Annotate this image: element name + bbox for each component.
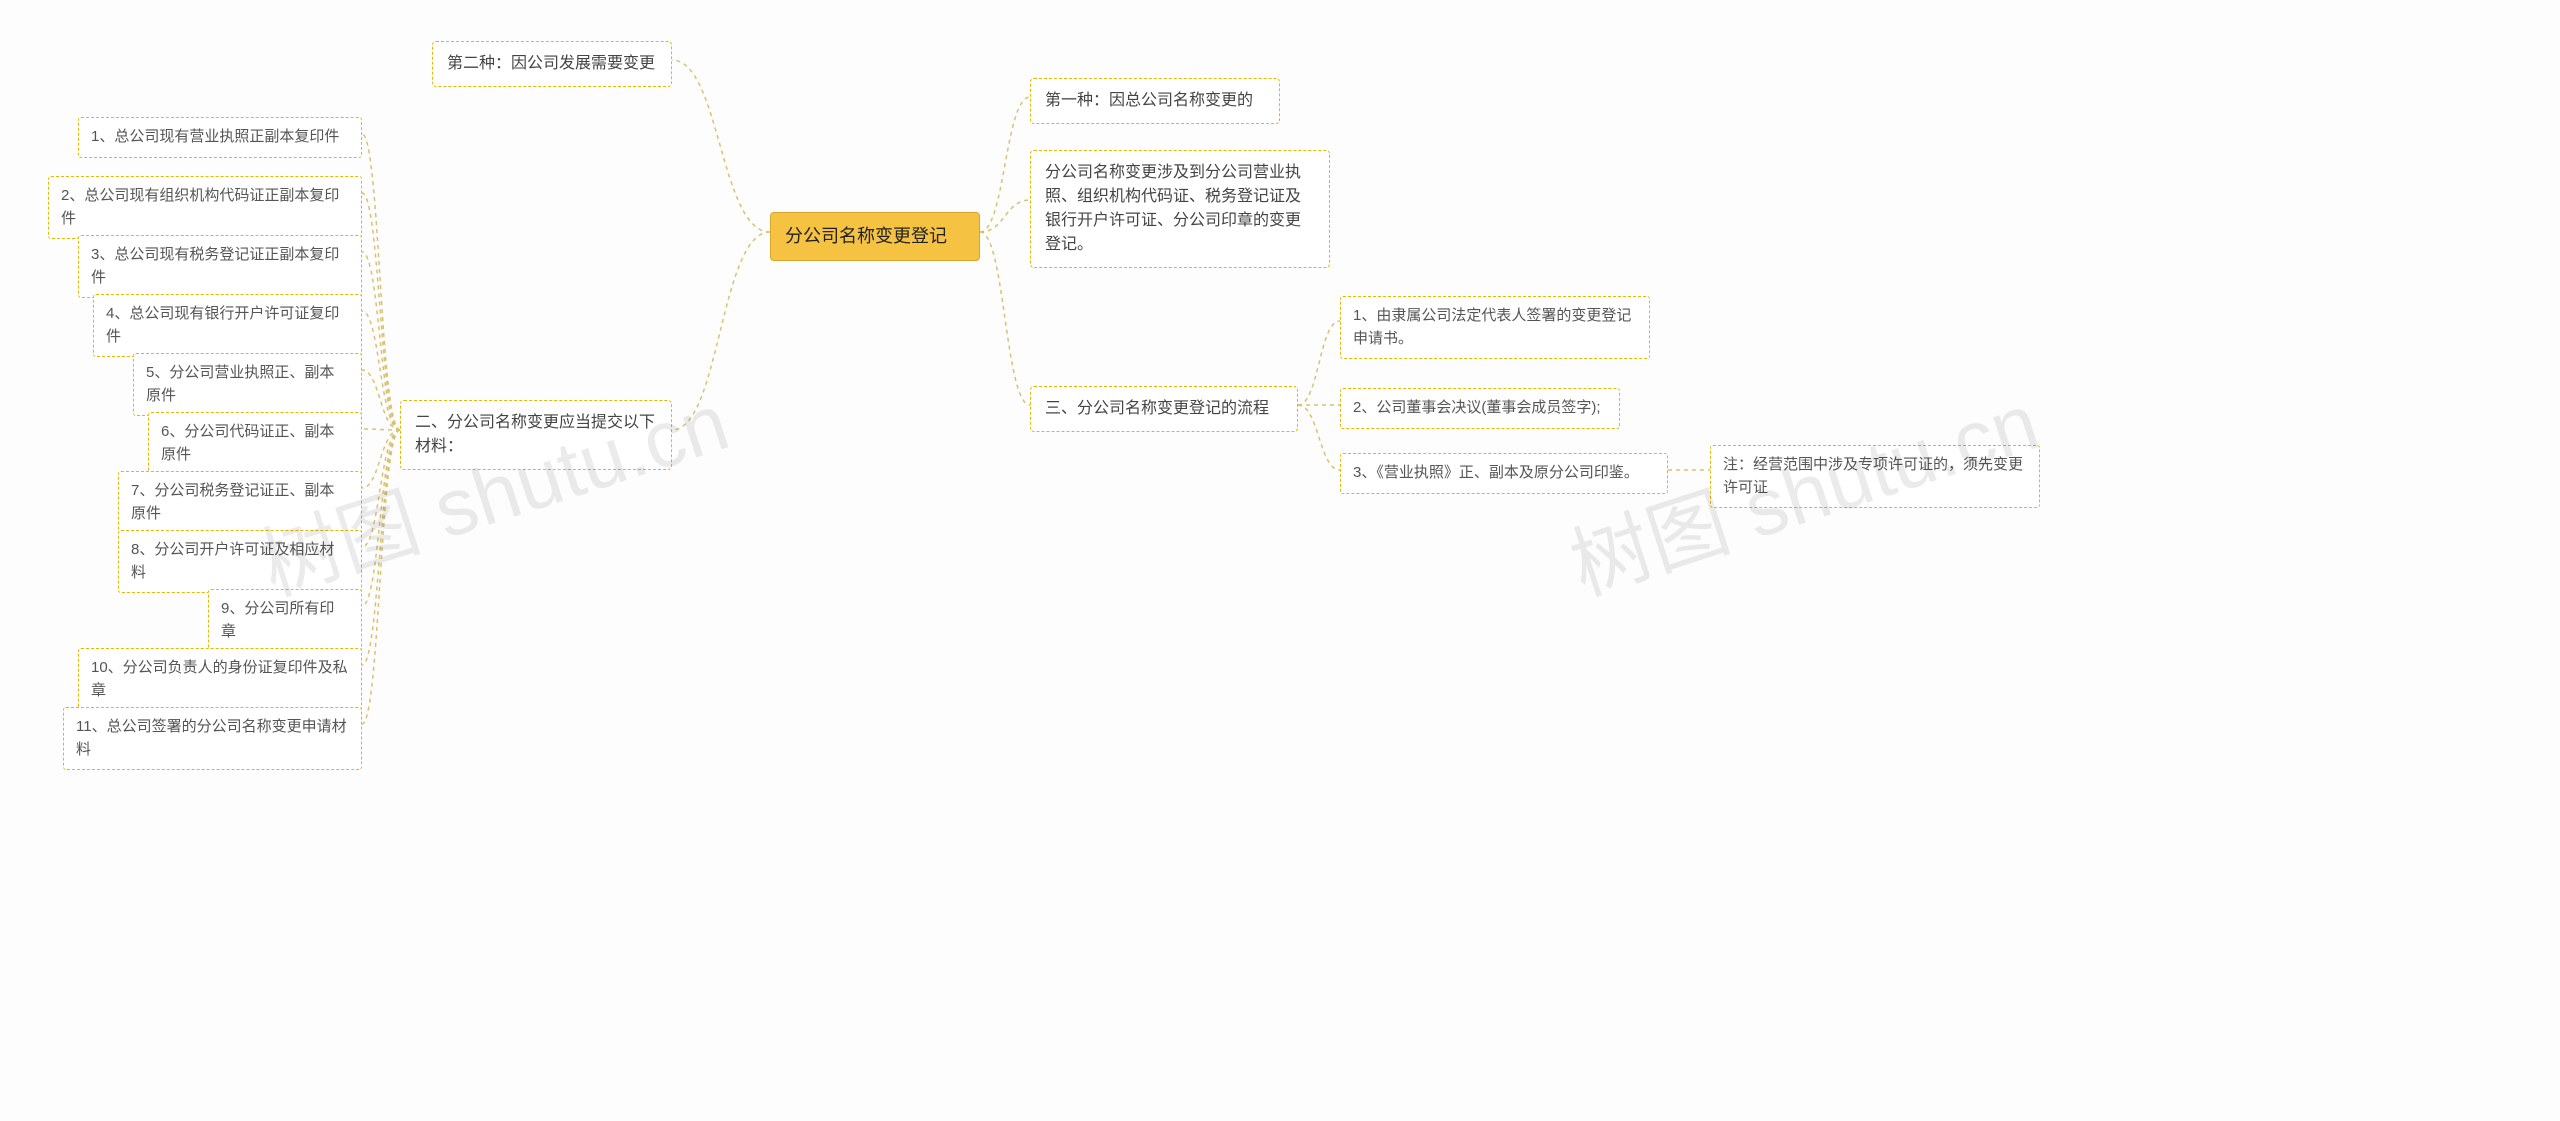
leaf-process-3-label: 3、《营业执照》正、副本及原分公司印鉴。 bbox=[1353, 464, 1639, 481]
leaf-material-5[interactable]: 5、分公司营业执照正、副本原件 bbox=[133, 353, 362, 416]
leaf-material-1-label: 1、总公司现有营业执照正副本复印件 bbox=[91, 128, 339, 145]
leaf-material-9-label: 9、分公司所有印章 bbox=[221, 600, 334, 640]
leaf-process-3-note[interactable]: 注：经营范围中涉及专项许可证的，须先变更许可证 bbox=[1710, 445, 2040, 508]
leaf-material-6[interactable]: 6、分公司代码证正、副本原件 bbox=[148, 412, 362, 475]
leaf-material-11[interactable]: 11、总公司签署的分公司名称变更申请材料 bbox=[63, 707, 362, 770]
branch-right-1[interactable]: 第一种：因总公司名称变更的 bbox=[1030, 78, 1280, 124]
leaf-process-2-label: 2、公司董事会决议(董事会成员签字); bbox=[1353, 399, 1601, 416]
root-title: 分公司名称变更登记 bbox=[785, 226, 947, 246]
branch-right-1-label: 第一种：因总公司名称变更的 bbox=[1045, 92, 1253, 109]
leaf-material-11-label: 11、总公司签署的分公司名称变更申请材料 bbox=[76, 718, 347, 758]
leaf-material-5-label: 5、分公司营业执照正、副本原件 bbox=[146, 364, 334, 404]
leaf-process-1[interactable]: 1、由隶属公司法定代表人签署的变更登记申请书。 bbox=[1340, 296, 1650, 359]
leaf-material-6-label: 6、分公司代码证正、副本原件 bbox=[161, 423, 334, 463]
branch-left-2-label: 二、分公司名称变更应当提交以下材料： bbox=[415, 414, 655, 455]
leaf-material-3-label: 3、总公司现有税务登记证正副本复印件 bbox=[91, 246, 339, 286]
branch-right-3[interactable]: 三、分公司名称变更登记的流程 bbox=[1030, 386, 1298, 432]
leaf-material-8-label: 8、分公司开户许可证及相应材料 bbox=[131, 541, 334, 581]
leaf-material-10-label: 10、分公司负责人的身份证复印件及私章 bbox=[91, 659, 348, 699]
leaf-material-1[interactable]: 1、总公司现有营业执照正副本复印件 bbox=[78, 117, 362, 158]
branch-right-3-label: 三、分公司名称变更登记的流程 bbox=[1045, 400, 1269, 417]
leaf-process-3[interactable]: 3、《营业执照》正、副本及原分公司印鉴。 bbox=[1340, 453, 1668, 494]
leaf-process-1-label: 1、由隶属公司法定代表人签署的变更登记申请书。 bbox=[1353, 307, 1631, 347]
leaf-material-8[interactable]: 8、分公司开户许可证及相应材料 bbox=[118, 530, 362, 593]
branch-left-2[interactable]: 二、分公司名称变更应当提交以下材料： bbox=[400, 400, 672, 470]
leaf-process-3-note-label: 注：经营范围中涉及专项许可证的，须先变更许可证 bbox=[1723, 456, 2023, 496]
root-node[interactable]: 分公司名称变更登记 bbox=[770, 212, 980, 261]
leaf-material-2[interactable]: 2、总公司现有组织机构代码证正副本复印件 bbox=[48, 176, 362, 239]
branch-right-2-label: 分公司名称变更涉及到分公司营业执照、组织机构代码证、税务登记证及银行开户许可证、… bbox=[1045, 164, 1301, 253]
leaf-material-4-label: 4、总公司现有银行开户许可证复印件 bbox=[106, 305, 339, 345]
leaf-material-7-label: 7、分公司税务登记证正、副本原件 bbox=[131, 482, 334, 522]
leaf-material-2-label: 2、总公司现有组织机构代码证正副本复印件 bbox=[61, 187, 339, 227]
leaf-material-4[interactable]: 4、总公司现有银行开户许可证复印件 bbox=[93, 294, 362, 357]
leaf-material-10[interactable]: 10、分公司负责人的身份证复印件及私章 bbox=[78, 648, 362, 711]
leaf-material-3[interactable]: 3、总公司现有税务登记证正副本复印件 bbox=[78, 235, 362, 298]
leaf-material-9[interactable]: 9、分公司所有印章 bbox=[208, 589, 362, 652]
branch-left-1-label: 第二种：因公司发展需要变更 bbox=[447, 55, 655, 72]
branch-left-1[interactable]: 第二种：因公司发展需要变更 bbox=[432, 41, 672, 87]
branch-right-2[interactable]: 分公司名称变更涉及到分公司营业执照、组织机构代码证、税务登记证及银行开户许可证、… bbox=[1030, 150, 1330, 268]
leaf-material-7[interactable]: 7、分公司税务登记证正、副本原件 bbox=[118, 471, 362, 534]
leaf-process-2[interactable]: 2、公司董事会决议(董事会成员签字); bbox=[1340, 388, 1620, 429]
